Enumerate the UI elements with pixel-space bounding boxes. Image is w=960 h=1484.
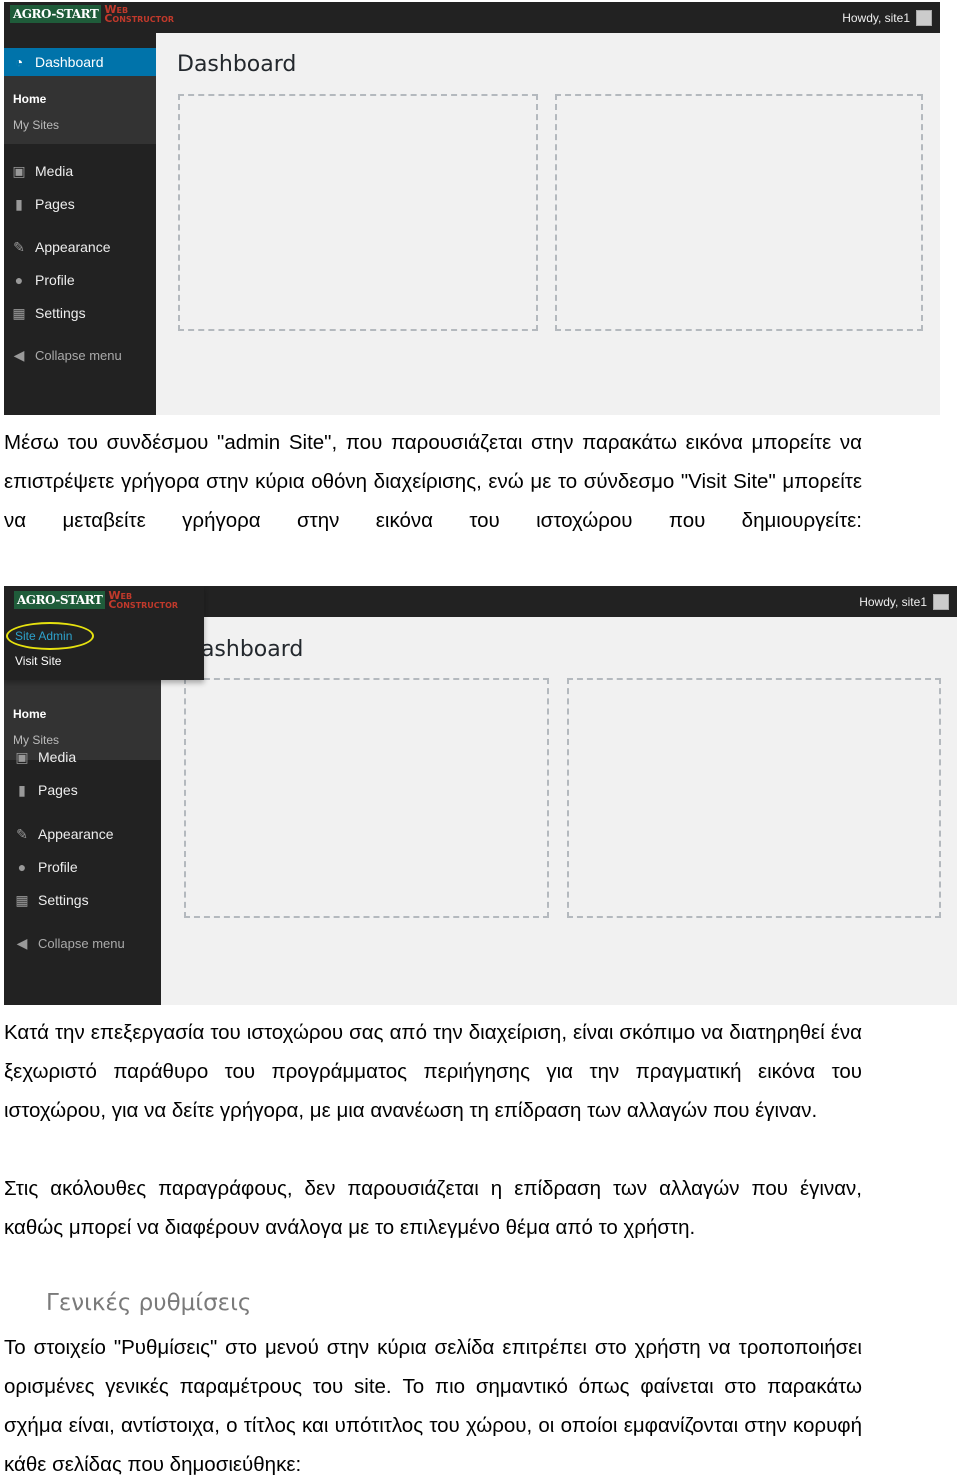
collapse-icon: ◀ [13, 346, 25, 363]
logo[interactable]: AGRO-START Web Constructor [14, 590, 178, 610]
menu-profile[interactable]: ● Profile [4, 267, 156, 293]
menu-pages[interactable]: ▮ Pages [4, 191, 156, 217]
menu-settings[interactable]: ▦ Settings [4, 887, 161, 913]
menu-pages[interactable]: ▮ Pages [4, 777, 161, 803]
menu-settings[interactable]: ▦ Settings [4, 300, 156, 326]
section-heading: Γενικές ρυθμίσεις [46, 1290, 252, 1316]
admin-bar: AGRO-START Web Constructor Howdy, site1 [4, 2, 940, 33]
paragraph: Το στοιχείο "Ρυθμίσεις" στο μενού στην κ… [4, 1336, 862, 1476]
media-icon: ▣ [15, 748, 29, 765]
howdy-user[interactable]: Howdy, site1 [859, 594, 949, 610]
menu-dashboard[interactable]: ◔ Dashboard [4, 48, 156, 76]
media-icon: ▣ [12, 162, 26, 179]
dashboard-icon: ◔ [14, 54, 24, 70]
paragraph: Κατά την επεξεργασία του ιστοχώρου σας α… [4, 1021, 862, 1122]
collapse-menu[interactable]: ◀ Collapse menu [4, 930, 161, 956]
avatar [916, 10, 932, 26]
pages-icon: ▮ [18, 781, 26, 798]
menu-appearance[interactable]: ✎ Appearance [4, 234, 156, 260]
dashboard-submenu: Home My Sites [4, 76, 156, 144]
screenshot-site-admin-menu: Howdy, site1 AGRO-START Web Constructor Si… [4, 586, 957, 1005]
widget-dropzone [555, 94, 923, 331]
pages-icon: ▮ [15, 195, 23, 212]
paintbrush-icon: ✎ [13, 238, 25, 255]
screenshot-dashboard: AGRO-START Web Constructor Howdy, site1 ◔ D… [4, 2, 940, 415]
user-icon: ● [17, 859, 27, 875]
page-title: Dashboard [177, 52, 297, 77]
highlight-circle [6, 622, 94, 650]
widget-dropzone [178, 94, 538, 331]
menu-profile[interactable]: ● Profile [4, 854, 161, 880]
avatar [933, 594, 949, 610]
paragraph: Στις ακόλουθες παραγράφους, δεν παρουσιά… [4, 1177, 862, 1239]
user-icon: ● [14, 272, 24, 288]
menu-my-sites[interactable]: My Sites [13, 118, 59, 132]
site-dropdown: AGRO-START Web Constructor Site Admin Visi… [4, 586, 204, 680]
visit-site-link[interactable]: Visit Site [15, 654, 61, 668]
sidebar: ◔ Dashboard Home My Sites ▣ Media ▮ Pages ✎… [4, 33, 156, 415]
howdy-user[interactable]: Howdy, site1 [842, 10, 932, 26]
collapse-icon: ◀ [16, 934, 28, 951]
menu-home[interactable]: Home [13, 707, 46, 721]
menu-media[interactable]: ▣ Media [4, 158, 156, 184]
settings-icon: ▦ [15, 891, 29, 908]
paintbrush-icon: ✎ [16, 825, 28, 842]
widget-dropzone [184, 678, 549, 918]
widget-dropzone [567, 678, 941, 918]
menu-appearance[interactable]: ✎ Appearance [4, 821, 161, 847]
logo[interactable]: AGRO-START Web Constructor [10, 4, 174, 24]
paragraph: Μέσω του συνδέσμου "admin Site", που παρ… [4, 431, 862, 532]
menu-home[interactable]: Home [13, 92, 46, 106]
menu-media[interactable]: ▣ Media [4, 744, 161, 770]
settings-icon: ▦ [12, 304, 26, 321]
collapse-menu[interactable]: ◀ Collapse menu [4, 342, 156, 368]
